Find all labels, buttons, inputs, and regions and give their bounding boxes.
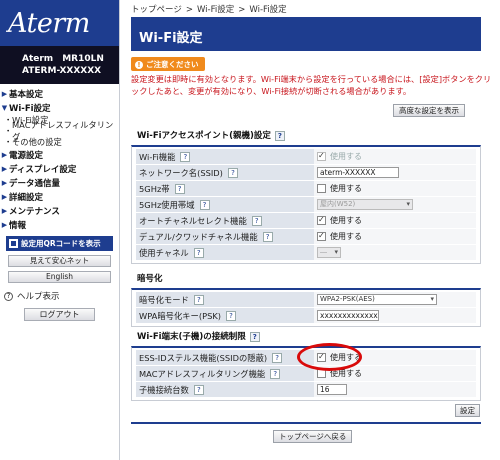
- arrow-icon: ▶: [1, 221, 8, 229]
- arrow-icon: ▶: [1, 193, 8, 201]
- section-ap: Wi-Fi機能? 使用する ネットワーク名(SSID)? aterm-XXXXX…: [131, 145, 481, 264]
- menu-display[interactable]: ▶ ディスプレイ設定: [0, 163, 119, 175]
- arrow-icon: ▶: [1, 151, 8, 159]
- menu-wifi[interactable]: ▼ Wi-Fi設定: [0, 102, 119, 114]
- model-name: Aterm MR10LN: [22, 54, 104, 64]
- arrow-down-icon: ▼: [1, 104, 8, 112]
- 5ghz-checkbox[interactable]: [317, 184, 326, 193]
- help-icon[interactable]: ?: [226, 310, 237, 321]
- row-wifi-function: Wi-Fi機能? 使用する: [136, 149, 476, 164]
- notice-text: 設定変更は即時に有効となります。Wi-Fi端末から設定を行っている場合には、[設…: [131, 74, 492, 96]
- breadcrumb-top[interactable]: トップページ: [131, 5, 182, 15]
- ssid-stealth-checkbox[interactable]: [317, 352, 326, 362]
- help-icon[interactable]: ?: [262, 231, 273, 242]
- notice-badge: ! ご注意ください: [131, 57, 205, 71]
- wpa-key-input[interactable]: xxxxxxxxxxxxx: [317, 310, 379, 321]
- help-icon: ?: [4, 291, 13, 301]
- side-menu: ▶ 基本設定 ▼ Wi-Fi設定 ・ Wi-Fi設定 ・ MACアドレスフィルタリング …: [0, 84, 119, 231]
- row-wpa-key: WPA暗号化キー(PSK)? xxxxxxxxxxxxx: [136, 308, 476, 323]
- help-icon[interactable]: ?: [272, 352, 283, 363]
- help-link[interactable]: ? ヘルプ表示: [4, 290, 119, 302]
- menu-info[interactable]: ▶ 情報: [0, 219, 119, 231]
- dual-quad-checkbox[interactable]: [317, 231, 326, 241]
- divider: [131, 422, 481, 424]
- menu-data[interactable]: ▶ データ通信量: [0, 177, 119, 189]
- brand-logo-box: Aterm: [0, 0, 119, 46]
- device-id: ATERM-XXXXXX: [22, 66, 102, 76]
- breadcrumb-current: Wi-Fi設定: [249, 5, 287, 15]
- row-client-count: 子機接続台数? 16: [136, 382, 476, 397]
- menu-power[interactable]: ▶ 電源設定: [0, 149, 119, 161]
- model-info: Aterm MR10LN ATERM-XXXXXX: [0, 46, 119, 84]
- row-auto-channel: オートチャネルセレクト機能? 使用する: [136, 213, 476, 228]
- arrow-icon: ▶: [1, 90, 8, 98]
- row-ssid-stealth: ESS-IDステルス機能(SSIDの隠蔽)? 使用する: [136, 350, 476, 365]
- help-icon[interactable]: ?: [249, 331, 260, 342]
- help-icon[interactable]: ?: [193, 384, 204, 395]
- mac-filter-checkbox[interactable]: [317, 369, 326, 378]
- row-dual-quad-channel: デュアル/クワッドチャネル機能? 使用する: [136, 229, 476, 244]
- row-5ghz-band: 5GHz使用帯域? 屋内(W52): [136, 197, 476, 212]
- menu-basic[interactable]: ▶ 基本設定: [0, 88, 119, 100]
- row-ssid: ネットワーク名(SSID)? aterm-XXXXXX: [136, 165, 476, 180]
- logout-button[interactable]: ログアウト: [24, 308, 95, 321]
- show-qr-code-button[interactable]: 設定用QRコードを表示: [6, 236, 113, 251]
- client-count-input[interactable]: 16: [317, 384, 347, 395]
- section-encryption: 暗号化モード? WPA2-PSK(AES) WPA暗号化キー(PSK)? xxx…: [131, 288, 481, 327]
- help-icon[interactable]: ?: [174, 183, 185, 194]
- row-encryption-mode: 暗号化モード? WPA2-PSK(AES): [136, 292, 476, 307]
- bullet-icon: ・: [4, 136, 13, 147]
- section-connection-limit: ESS-IDステルス機能(SSIDの隠蔽)? 使用する MACアドレスフィルタリ…: [131, 346, 481, 401]
- page-title: Wi-Fi設定: [131, 17, 481, 51]
- section-title-ap: Wi-Fiアクセスポイント(親機)設定?: [131, 129, 481, 143]
- back-to-top-button[interactable]: トップページへ戻る: [273, 430, 353, 443]
- english-button[interactable]: English: [8, 271, 111, 283]
- menu-detail[interactable]: ▶ 詳細設定: [0, 191, 119, 203]
- help-icon[interactable]: ?: [193, 247, 204, 258]
- help-icon[interactable]: ?: [251, 215, 262, 226]
- show-advanced-button[interactable]: 高度な設定を表示: [393, 104, 465, 117]
- arrow-icon: ▶: [1, 207, 8, 215]
- sidebar: Aterm Aterm MR10LN ATERM-XXXXXX ▶ 基本設定 ▼ W…: [0, 0, 120, 460]
- help-icon[interactable]: ?: [193, 294, 204, 305]
- row-channel: 使用チャネル? ―: [136, 245, 476, 260]
- help-icon[interactable]: ?: [274, 130, 285, 141]
- row-5ghz: 5GHz帯? 使用する: [136, 181, 476, 196]
- 5ghz-band-select[interactable]: 屋内(W52): [317, 199, 413, 210]
- row-mac-filter: MACアドレスフィルタリング機能? 使用する: [136, 366, 476, 381]
- main-content: トップページ > Wi-Fi設定 > Wi-Fi設定 Wi-Fi設定 ! ご注意ください…: [131, 0, 500, 460]
- qr-code-icon: [9, 239, 18, 248]
- breadcrumb-wifi[interactable]: Wi-Fi設定: [197, 5, 234, 15]
- help-icon[interactable]: ?: [270, 368, 281, 379]
- arrow-icon: ▶: [1, 179, 8, 187]
- wifi-function-checkbox[interactable]: [317, 151, 326, 161]
- submenu-mac-filter[interactable]: ・ MACアドレスフィルタリング: [0, 120, 119, 142]
- arrow-icon: ▶: [1, 165, 8, 173]
- aterm-logo: Aterm: [8, 7, 90, 39]
- warning-icon: !: [135, 60, 143, 69]
- breadcrumb: トップページ > Wi-Fi設定 > Wi-Fi設定: [131, 5, 287, 15]
- menu-maintenance[interactable]: ▶ メンテナンス: [0, 205, 119, 217]
- easy-net-button[interactable]: 見えて安心ネット: [8, 255, 111, 267]
- help-icon[interactable]: ?: [227, 167, 238, 178]
- help-icon[interactable]: ?: [199, 199, 210, 210]
- channel-select[interactable]: ―: [317, 247, 341, 258]
- help-icon[interactable]: ?: [180, 151, 191, 162]
- settings-apply-button[interactable]: 設定: [455, 404, 480, 417]
- section-title-connection-limit: Wi-Fi端末(子機)の接続制限?: [131, 330, 481, 344]
- section-title-encryption: 暗号化: [137, 274, 163, 284]
- ssid-input[interactable]: aterm-XXXXXX: [317, 167, 399, 178]
- auto-channel-checkbox[interactable]: [317, 215, 326, 225]
- encryption-mode-select[interactable]: WPA2-PSK(AES): [317, 294, 437, 305]
